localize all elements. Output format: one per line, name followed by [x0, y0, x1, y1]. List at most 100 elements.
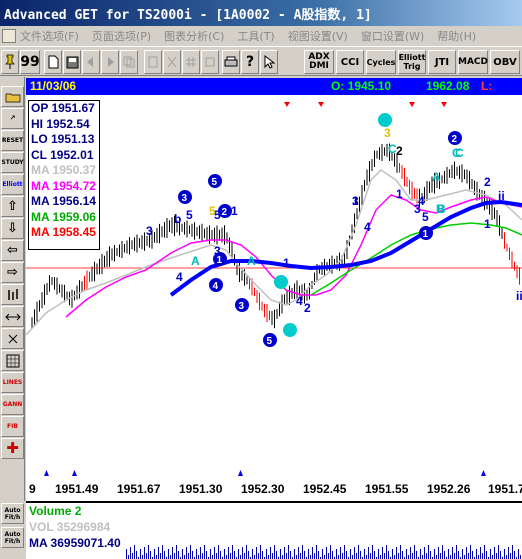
- menu-view[interactable]: 视图设置(V): [288, 28, 348, 44]
- stat-low: LO 1951.13: [31, 132, 95, 146]
- wave-circle-label: 1: [217, 255, 223, 266]
- wave-label: 1: [484, 217, 491, 231]
- volume-side-panel: Auto Fit/h Auto Fit/h: [0, 501, 25, 559]
- copy-icon[interactable]: [120, 50, 138, 74]
- auto-fit-button[interactable]: Auto Fit/h: [1, 527, 24, 548]
- stat-open: OP 1951.67: [31, 101, 95, 115]
- bar-tool-icon[interactable]: [1, 284, 24, 305]
- wave-label: 2: [484, 175, 491, 189]
- wave-circle-label: 3: [182, 193, 188, 204]
- wave-label: 1: [283, 256, 290, 270]
- cyan-circle-marker: [283, 323, 297, 337]
- wave-label: 2: [304, 301, 311, 315]
- system-menu-icon[interactable]: [2, 29, 16, 43]
- stat-ma-4: MA 1959.06: [31, 209, 96, 224]
- crosshair-icon[interactable]: ✚: [1, 438, 24, 459]
- chart-mid-value: 1962.08: [426, 79, 470, 93]
- wave-label-cyan: A: [432, 170, 441, 184]
- moving-average-green: [310, 222, 522, 296]
- study-button[interactable]: STUDY: [1, 152, 24, 173]
- wave-circle-label: 5: [212, 177, 218, 188]
- new-file-icon[interactable]: [44, 50, 62, 74]
- x-tick-label: 1951.55: [365, 482, 409, 496]
- wave-circle-label: 5: [267, 336, 273, 347]
- obv-button[interactable]: OBV: [490, 50, 520, 74]
- open-folder-icon[interactable]: [1, 86, 24, 107]
- wave-circle-label: 2: [452, 134, 458, 145]
- macd-button[interactable]: MACD: [458, 50, 488, 74]
- fib-button[interactable]: FIB: [1, 416, 24, 437]
- price-chart[interactable]: 3 5 b 5 3 1 4 1 4 1 3 4 2 3 5 1 4 2 1 ii ii A A B C C A B C 5 3 2 3 5 2 1 4 3…: [26, 95, 522, 501]
- arrow-up-icon[interactable]: ⇧: [1, 196, 24, 217]
- expand-tool-icon[interactable]: [1, 328, 24, 349]
- grid-icon[interactable]: [182, 50, 200, 74]
- reset-button[interactable]: RESET: [1, 130, 24, 151]
- stat-close: CL 1952.01: [31, 147, 94, 162]
- delete-icon[interactable]: [201, 50, 219, 74]
- wave-label-yellow: 5: [209, 204, 216, 218]
- menu-bar: 文件选项(F) 页面选项(P) 图表分析(C) 工具(T) 视图设置(V) 窗口…: [0, 26, 522, 46]
- price-chart-canvas: 35b 5314141342351 421iiiiA ABCCABC532352143…: [26, 102, 522, 476]
- context-help-icon[interactable]: [260, 50, 278, 74]
- cycles-button[interactable]: Cycles: [366, 50, 396, 74]
- paste-icon[interactable]: [144, 50, 162, 74]
- arrow-down-icon[interactable]: ⇩: [1, 218, 24, 239]
- wave-circle-label: 2: [222, 207, 228, 218]
- menu-page[interactable]: 页面选项(P): [92, 28, 151, 44]
- wave-label: 1: [396, 187, 403, 201]
- wave-label-black: 2: [396, 144, 403, 158]
- wave-circle-label: 3: [239, 301, 245, 312]
- save-icon[interactable]: [63, 50, 81, 74]
- stat-ma-1: MA 1950.37: [31, 163, 96, 177]
- menu-help[interactable]: 帮助(H): [437, 28, 476, 44]
- lines-button[interactable]: LINES: [1, 372, 24, 393]
- wave-label-cyan: A: [247, 254, 256, 268]
- x-tick-label: 1951.49: [55, 482, 99, 496]
- x-tick-label: 1951.30: [179, 482, 223, 496]
- print-icon[interactable]: [222, 50, 240, 74]
- volume-title: Volume 2: [29, 504, 82, 518]
- zoom-tool-icon[interactable]: [1, 306, 24, 327]
- wave-label: ii: [498, 189, 505, 203]
- quote-icon[interactable]: 99: [20, 50, 40, 74]
- x-tick-label: 9: [29, 482, 36, 496]
- adx-dmi-button[interactable]: ADX DMI: [304, 50, 334, 74]
- toolbar: 99 ? ADX DMI CCI Cycles Elliott Trig JTI…: [0, 46, 522, 76]
- app-window: { "window": { "title": "Advanced GET for…: [0, 0, 522, 559]
- x-tick-label: 1952.45: [303, 482, 347, 496]
- trend-tool-icon[interactable]: ↗: [1, 108, 24, 129]
- cci-button[interactable]: CCI: [336, 50, 364, 74]
- arrow-left-icon[interactable]: ⇦: [1, 240, 24, 261]
- stat-ma-3: MA 1956.14: [31, 194, 96, 208]
- x-tick-label: 1951.7: [488, 482, 522, 496]
- chart-open-value: O: 1945.10: [331, 79, 392, 93]
- wave-label: 3: [352, 194, 359, 208]
- cut-icon[interactable]: [163, 50, 181, 74]
- jti-button[interactable]: JTI: [428, 50, 456, 74]
- back-icon[interactable]: [82, 50, 100, 74]
- pin-icon[interactable]: [1, 50, 19, 74]
- price-bars: [31, 143, 520, 329]
- menu-chart-analysis[interactable]: 图表分析(C): [164, 28, 224, 44]
- elliott-button[interactable]: Elliott: [1, 174, 24, 195]
- x-tick-label: 1952.26: [427, 482, 471, 496]
- wave-label: 5: [422, 210, 429, 224]
- cyan-circle-marker: [274, 275, 288, 289]
- wave-label: 1: [231, 204, 238, 218]
- arrow-right-icon[interactable]: ⇨: [1, 262, 24, 283]
- wave-label: 5: [186, 208, 193, 222]
- stat-ma-2: MA 1954.72: [31, 178, 96, 193]
- chart-header: 11/03/06 O: 1945.10 1962.08 L: 1945.: [26, 78, 522, 107]
- menu-window[interactable]: 窗口设置(W): [361, 28, 424, 44]
- wave-label: 4: [364, 220, 371, 234]
- menu-file[interactable]: 文件选项(F): [20, 28, 79, 44]
- elliott-trig-button[interactable]: Elliott Trig: [398, 50, 426, 74]
- menu-tools[interactable]: 工具(T): [237, 28, 274, 44]
- auto-fit-button[interactable]: Auto Fit/h: [1, 503, 24, 524]
- forward-icon[interactable]: [101, 50, 119, 74]
- help-icon[interactable]: ?: [241, 50, 259, 74]
- grid-tool-icon[interactable]: [1, 350, 24, 371]
- gann-button[interactable]: GANN: [1, 394, 24, 415]
- wave-label: 4: [296, 294, 303, 308]
- cycle-markers: [44, 102, 486, 476]
